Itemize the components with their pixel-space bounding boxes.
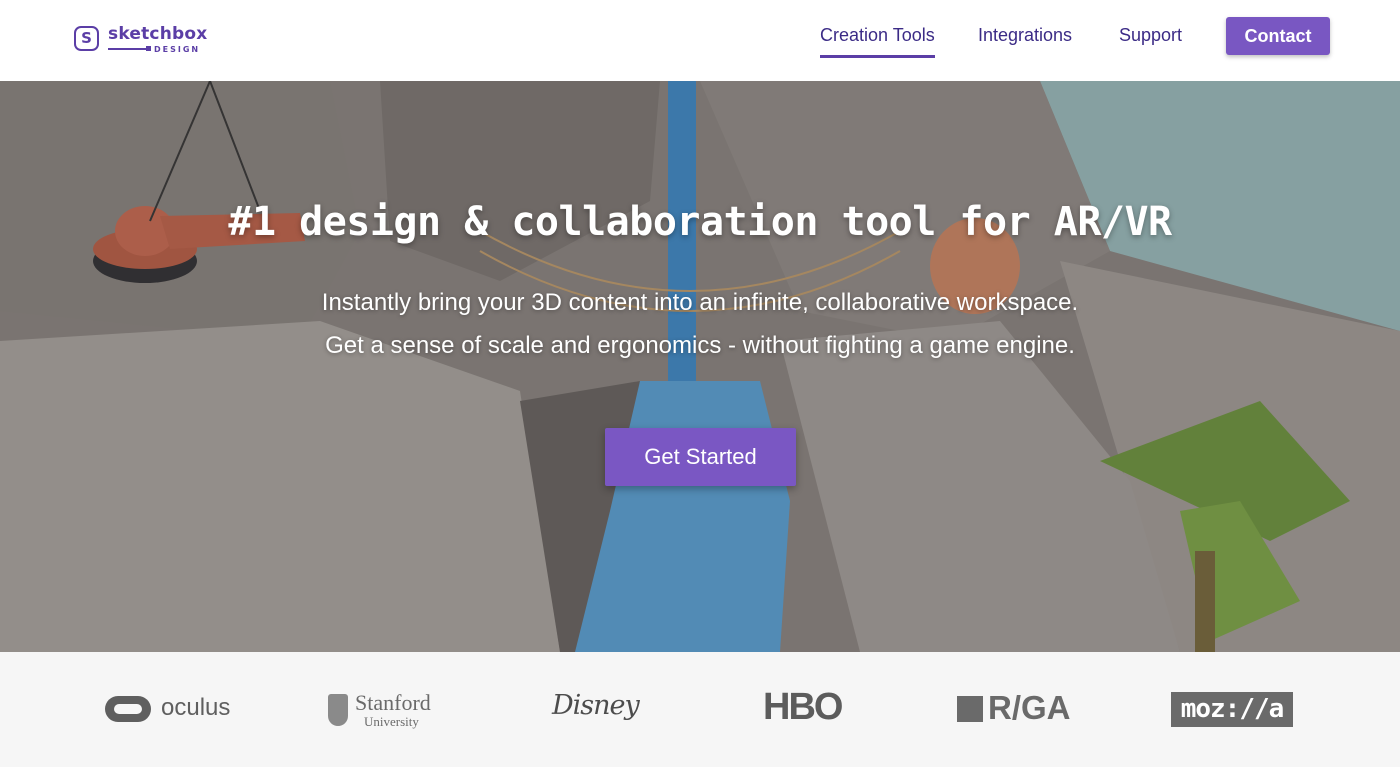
oculus-ring-icon bbox=[105, 696, 151, 722]
stanford-shield-icon bbox=[328, 694, 348, 726]
hbo-wordmark: HBO bbox=[763, 686, 843, 728]
rga-logo: R/GA bbox=[957, 689, 1082, 732]
oculus-wordmark: oculus bbox=[161, 694, 231, 721]
hero-title: #1 design & collaboration tool for AR/VR bbox=[228, 199, 1172, 245]
rga-wordmark: R/GA bbox=[988, 689, 1071, 726]
nav-item-creation-tools[interactable]: Creation Tools bbox=[820, 25, 935, 58]
oculus-logo: oculus bbox=[105, 692, 235, 732]
get-started-button[interactable]: Get Started bbox=[605, 428, 796, 486]
hero-subtitle-line-2: Get a sense of scale and ergonomics - wi… bbox=[325, 332, 1075, 359]
logo-sub: DESIGN bbox=[154, 45, 201, 54]
mozilla-wordmark: moz://a bbox=[1171, 692, 1293, 727]
nav-item-integrations[interactable]: Integrations bbox=[978, 25, 1072, 46]
logo-dot bbox=[146, 46, 151, 51]
logo-line bbox=[108, 48, 148, 50]
mozilla-logo: moz://a bbox=[1171, 692, 1293, 732]
stanford-logo: Stanford University bbox=[328, 690, 438, 732]
logo-name: sketchbox bbox=[108, 24, 208, 44]
client-logo-strip: oculus Stanford University Disney HBO R/… bbox=[0, 652, 1400, 767]
site-header: S sketchbox DESIGN Creation Tools Integr… bbox=[0, 0, 1400, 81]
hero-section: #1 design & collaboration tool for AR/VR… bbox=[0, 81, 1400, 652]
disney-wordmark: Disney bbox=[552, 690, 640, 721]
disney-logo: Disney bbox=[552, 690, 642, 732]
contact-button[interactable]: Contact bbox=[1226, 17, 1330, 55]
stanford-subtext: University bbox=[364, 714, 419, 729]
hero-overlay bbox=[0, 81, 1400, 652]
logo-mark-icon: S bbox=[74, 26, 99, 51]
sketchbox-logo[interactable]: S sketchbox DESIGN bbox=[74, 24, 214, 57]
stanford-wordmark: Stanford bbox=[355, 690, 431, 715]
nav-item-support[interactable]: Support bbox=[1119, 25, 1182, 46]
hero-subtitle-line-1: Instantly bring your 3D content into an … bbox=[321, 289, 1079, 316]
hbo-logo: HBO bbox=[763, 686, 853, 732]
rga-square-icon bbox=[957, 696, 983, 722]
